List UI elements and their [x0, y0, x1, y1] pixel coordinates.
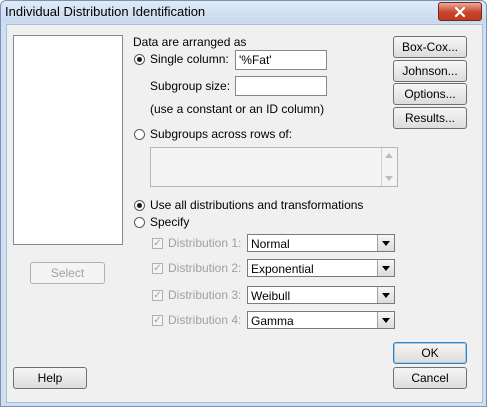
data-arranged-heading: Data are arranged as — [133, 35, 247, 49]
box-cox-button[interactable]: Box-Cox... — [393, 36, 467, 58]
scroll-up-icon — [385, 153, 393, 158]
subgroup-size-label: Subgroup size: — [150, 79, 231, 93]
single-column-label: Single column: — [150, 52, 229, 66]
distribution-2-select[interactable]: Exponential — [247, 259, 395, 277]
distribution-2-label: Distribution 2: — [168, 261, 242, 275]
distribution-4-label: Distribution 4: — [168, 313, 242, 327]
use-all-distributions-radio[interactable] — [134, 200, 145, 211]
dialog-body: Select Help Data are arranged as Single … — [6, 24, 483, 403]
subgroups-across-rows-radio[interactable] — [134, 129, 145, 140]
subgroup-hint: (use a constant or an ID column) — [150, 102, 325, 116]
distribution-2-value: Exponential — [251, 262, 314, 276]
use-all-distributions-label: Use all distributions and transformation… — [150, 198, 364, 212]
chevron-down-icon — [377, 260, 394, 276]
distribution-1-checkbox[interactable]: ✓ — [152, 238, 163, 249]
distribution-1-value: Normal — [251, 237, 290, 251]
distribution-4-select[interactable]: Gamma — [247, 311, 395, 329]
close-icon — [454, 6, 466, 17]
single-column-radio[interactable] — [134, 54, 145, 65]
distribution-1-select[interactable]: Normal — [247, 234, 395, 252]
ok-button[interactable]: OK — [393, 342, 467, 364]
subgroups-across-rows-field[interactable] — [150, 147, 398, 187]
distribution-4-checkbox[interactable]: ✓ — [152, 315, 163, 326]
dialog-window: Individual Distribution Identification S… — [0, 0, 487, 407]
specify-radio[interactable] — [134, 217, 145, 228]
distribution-3-checkbox[interactable]: ✓ — [152, 290, 163, 301]
distribution-2-checkbox[interactable]: ✓ — [152, 263, 163, 274]
title-bar: Individual Distribution Identification — [1, 1, 486, 23]
subgroup-size-field[interactable] — [235, 76, 327, 96]
specify-label: Specify — [150, 215, 190, 229]
cancel-button[interactable]: Cancel — [393, 367, 467, 389]
scroll-down-icon — [385, 176, 393, 181]
distribution-3-select[interactable]: Weibull — [247, 286, 395, 304]
variable-list[interactable] — [13, 35, 123, 245]
distribution-1-label: Distribution 1: — [168, 236, 242, 250]
chevron-down-icon — [377, 312, 394, 328]
close-button[interactable] — [438, 2, 482, 21]
chevron-down-icon — [377, 235, 394, 251]
distribution-4-value: Gamma — [251, 314, 294, 328]
help-button[interactable]: Help — [13, 367, 87, 389]
distribution-3-value: Weibull — [251, 289, 291, 303]
options-button[interactable]: Options... — [393, 83, 467, 105]
results-button[interactable]: Results... — [393, 107, 467, 129]
dialog-title: Individual Distribution Identification — [5, 4, 206, 19]
johnson-button[interactable]: Johnson... — [393, 60, 467, 82]
distribution-3-label: Distribution 3: — [168, 288, 242, 302]
chevron-down-icon — [377, 287, 394, 303]
vertical-scrollbar[interactable] — [381, 148, 397, 186]
select-button[interactable]: Select — [30, 262, 105, 284]
single-column-field[interactable]: '%Fat' — [235, 50, 327, 70]
subgroups-across-rows-label: Subgroups across rows of: — [150, 127, 293, 141]
